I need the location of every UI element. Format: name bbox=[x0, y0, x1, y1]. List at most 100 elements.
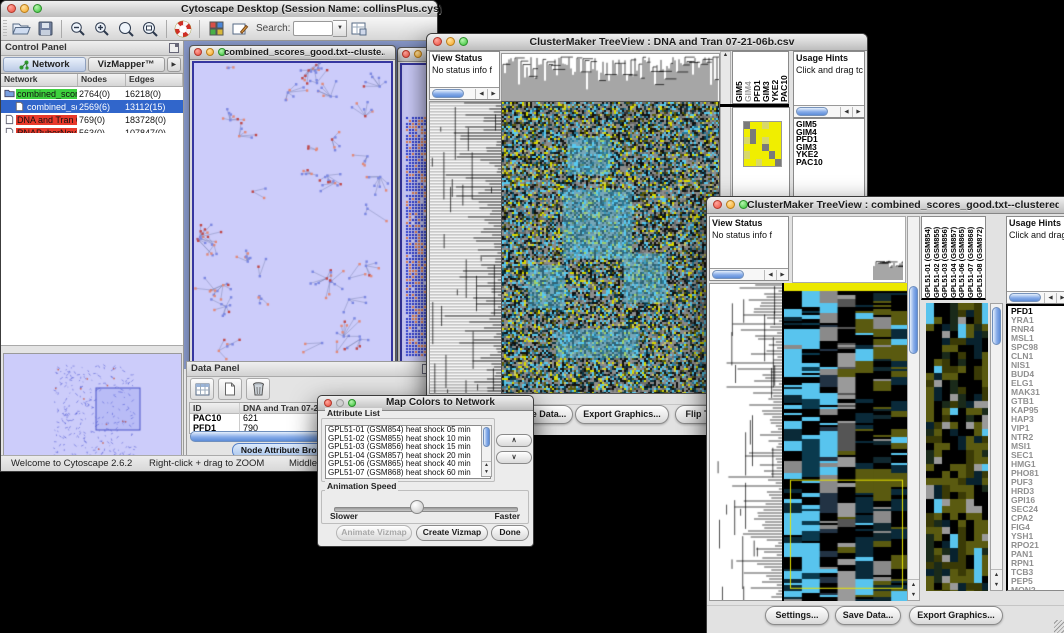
move-up-button[interactable]: ∧ bbox=[496, 434, 532, 447]
minimize-button[interactable] bbox=[20, 4, 29, 13]
new-attribute-button[interactable] bbox=[218, 378, 242, 400]
float-panel-icon[interactable] bbox=[169, 43, 179, 53]
tv2-usage-scrollbar[interactable]: ◀▶ bbox=[1007, 291, 1064, 303]
tv2-detail-heatmap[interactable] bbox=[926, 303, 988, 591]
tv1-summary-matrix[interactable] bbox=[743, 121, 782, 167]
attribute-browser-button[interactable] bbox=[347, 19, 371, 39]
zoom-in-button[interactable] bbox=[90, 19, 114, 39]
tv2-column-dendrogram-area[interactable] bbox=[792, 216, 906, 283]
attribute-item[interactable]: GPL51-07 (GSM868) heat shock 60 min bbox=[326, 469, 490, 478]
zoom-out-button[interactable] bbox=[66, 19, 90, 39]
gene-label[interactable]: MON2 bbox=[1011, 586, 1064, 591]
scroll-up-icon[interactable]: ▲ bbox=[723, 52, 728, 58]
map-colors-dialog: Map Colors to Network Attribute List GPL… bbox=[317, 395, 534, 547]
annotation-button[interactable] bbox=[228, 19, 252, 39]
network-overview-thumbnail[interactable] bbox=[3, 353, 182, 461]
tab-network[interactable]: Network bbox=[3, 57, 86, 72]
minimize-button[interactable] bbox=[336, 399, 344, 407]
tv2-detail-vscrollbar[interactable]: ▲▼ bbox=[990, 303, 1003, 591]
zoom-button[interactable] bbox=[33, 4, 42, 13]
tv1-column-label[interactable]: PAC10 bbox=[780, 54, 789, 102]
tv2-save-data-button[interactable]: Save Data... bbox=[835, 606, 901, 625]
tv2-export-graphics-button[interactable]: Export Graphics... bbox=[909, 606, 1003, 625]
animation-speed-slider[interactable] bbox=[334, 507, 518, 512]
tv2-heatmap[interactable] bbox=[782, 283, 909, 601]
tv1-summary-labels: GIM5GIM4PFD1GIM3YKE2PAC10 bbox=[796, 121, 823, 166]
close-button[interactable] bbox=[713, 200, 722, 209]
tv2-main-vscrollbar[interactable]: ▲▼ bbox=[907, 216, 920, 601]
select-attributes-button[interactable] bbox=[190, 378, 214, 400]
move-down-button[interactable]: ∨ bbox=[496, 451, 532, 464]
zoom-fit-button[interactable] bbox=[114, 19, 138, 39]
status-pan-hint: Middle- bbox=[289, 458, 320, 469]
overview-canvas[interactable] bbox=[4, 354, 179, 458]
tv2-column-dendrogram[interactable] bbox=[873, 258, 903, 280]
tv2-row-dendrogram[interactable] bbox=[709, 283, 783, 601]
network-row[interactable]: DNA and Tran 07 769(0) 183728(0) bbox=[1, 113, 183, 126]
tv2-status-scrollbar[interactable]: ◀▶ bbox=[710, 268, 788, 280]
tv1-column-dendrogram[interactable] bbox=[501, 53, 720, 102]
search-input[interactable] bbox=[293, 21, 333, 36]
col-nodes[interactable]: Nodes bbox=[78, 74, 126, 86]
col-id[interactable]: ID bbox=[190, 403, 240, 413]
main-titlebar[interactable]: Cytoscape Desktop (Session Name: collins… bbox=[1, 1, 437, 18]
open-session-button[interactable] bbox=[9, 19, 33, 39]
zoom-selected-button[interactable] bbox=[138, 19, 162, 39]
main-toolbar: Search: ▼ bbox=[1, 17, 437, 41]
help-lifesaver-button[interactable] bbox=[171, 19, 195, 39]
tv1-usage-hints-panel: Usage Hints Click and drag tc ◀▶ bbox=[793, 51, 865, 118]
network1-titlebar[interactable]: combined_scores_good.txt--cluste... bbox=[190, 46, 395, 60]
tv2-settings-button[interactable]: Settings... bbox=[765, 606, 829, 625]
save-session-button[interactable] bbox=[33, 19, 57, 39]
vizmap-palette-button[interactable] bbox=[204, 19, 228, 39]
close-button[interactable] bbox=[402, 50, 410, 58]
search-dropdown-button[interactable]: ▼ bbox=[333, 20, 347, 37]
slider-thumb[interactable] bbox=[410, 500, 424, 514]
network-row[interactable]: combined_sco 2569(6) 13112(15) bbox=[1, 100, 183, 113]
minimize-button[interactable] bbox=[446, 37, 455, 46]
network1-view[interactable] bbox=[192, 61, 393, 364]
network-list-empty-area bbox=[1, 133, 183, 346]
tv1-heatmap[interactable] bbox=[501, 101, 720, 394]
done-button[interactable]: Done bbox=[491, 525, 529, 541]
col-network[interactable]: Network bbox=[1, 74, 78, 86]
network-row[interactable]: combined_scores 2764(0) 16218(0) bbox=[1, 87, 183, 100]
tv1-usage-scrollbar[interactable]: ◀▶ bbox=[794, 105, 864, 117]
close-button[interactable] bbox=[324, 399, 332, 407]
tv2-column-label[interactable]: GPL51-08 (GSM872) bbox=[976, 219, 985, 298]
minimize-button[interactable] bbox=[414, 50, 422, 58]
delete-attribute-button[interactable] bbox=[246, 378, 270, 400]
col-edges[interactable]: Edges bbox=[126, 74, 183, 86]
tv1-summary-label[interactable]: PAC10 bbox=[796, 159, 823, 167]
data-panel-header: Data Panel bbox=[187, 362, 436, 377]
tv1-export-graphics-button[interactable]: Export Graphics... bbox=[575, 405, 669, 424]
animate-vizmap-button[interactable]: Animate Vizmap bbox=[336, 525, 412, 541]
resize-grip[interactable] bbox=[1054, 620, 1064, 633]
close-button[interactable] bbox=[194, 48, 202, 56]
zoom-button[interactable] bbox=[348, 399, 356, 407]
network-icon bbox=[19, 60, 29, 70]
toolbar-grip[interactable] bbox=[3, 20, 7, 38]
tv1-row-dendrogram[interactable] bbox=[429, 101, 502, 394]
create-vizmap-button[interactable]: Create Vizmap bbox=[416, 525, 488, 541]
dialog-title: Map Colors to Network bbox=[358, 397, 523, 408]
tabs-overflow-button[interactable]: ▶ bbox=[167, 57, 181, 72]
minimize-button[interactable] bbox=[206, 48, 214, 56]
attribute-list-scrollbar[interactable]: ▲▼ bbox=[481, 425, 492, 477]
tab-vizmapper[interactable]: VizMapper™ bbox=[88, 57, 165, 72]
treeview1-titlebar[interactable]: ClusterMaker TreeView : DNA and Tran 07-… bbox=[427, 34, 867, 51]
minimize-button[interactable] bbox=[726, 200, 735, 209]
window-controls[interactable] bbox=[7, 4, 42, 13]
network-nodes: 2764(0) bbox=[77, 89, 123, 99]
toolbar-separator bbox=[166, 20, 167, 38]
close-button[interactable] bbox=[433, 37, 442, 46]
network-name: combined_sco bbox=[26, 102, 77, 112]
treeview2-window: ClusterMaker TreeView : combined_scores_… bbox=[706, 196, 1064, 633]
tv1-status-scrollbar[interactable]: ◀▶ bbox=[430, 87, 499, 99]
tv2-view-status-title: View Status bbox=[710, 217, 788, 229]
network-edges: 16218(0) bbox=[123, 89, 183, 99]
network1-canvas[interactable] bbox=[194, 63, 391, 362]
close-button[interactable] bbox=[7, 4, 16, 13]
tv1-view-status-panel: View Status No status info f ◀▶ bbox=[429, 51, 500, 100]
treeview2-titlebar[interactable]: ClusterMaker TreeView : combined_scores_… bbox=[707, 197, 1064, 214]
